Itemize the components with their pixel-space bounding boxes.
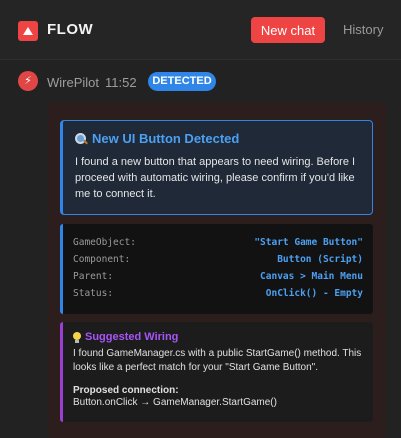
suggestion-title: Suggested Wiring — [73, 331, 363, 343]
detail-row: GameObject: "Start Game Button" — [73, 234, 363, 251]
search-icon — [75, 132, 87, 145]
message-meta: WirePilot 11:52 — [47, 75, 137, 90]
header-divider — [0, 59, 401, 60]
detection-card: New UI Button Detected I found a new but… — [60, 120, 373, 215]
detail-key: GameObject: — [73, 237, 136, 248]
detection-title-text: New UI Button Detected — [92, 131, 240, 146]
detail-row: Component: Button (Script) — [73, 251, 363, 268]
detail-key: Component: — [73, 254, 131, 265]
suggestion-title-text: Suggested Wiring — [85, 331, 179, 343]
header-bar: FLOW New chat History — [0, 0, 401, 60]
detail-value: Button (Script) — [277, 254, 363, 265]
detail-value: Canvas > Main Menu — [260, 271, 363, 282]
flow-logo-icon — [18, 21, 38, 41]
suggestion-body: I found GameManager.cs with a public Sta… — [73, 348, 362, 373]
sender-name: WirePilot — [47, 75, 100, 90]
status-badge: DETECTED — [148, 72, 216, 91]
detail-key: Parent: — [73, 271, 114, 282]
details-panel: GameObject: "Start Game Button" Componen… — [60, 224, 373, 314]
detail-row: Parent: Canvas > Main Menu — [73, 268, 363, 285]
app-title: FLOW — [47, 21, 94, 38]
suggestion-card: Suggested Wiring I found GameManager.cs … — [60, 322, 373, 422]
detail-value: OnClick() - Empty — [265, 288, 363, 299]
lightning-icon: ⚡ — [18, 71, 38, 91]
detail-key: Status: — [73, 288, 114, 299]
proposed-connection-value: Button.onClick → GameManager.StartGame() — [73, 397, 277, 408]
new-chat-button[interactable]: New chat — [251, 17, 325, 43]
message-time: 11:52 — [105, 75, 137, 90]
lightbulb-icon — [73, 331, 81, 343]
detail-row: Status: OnClick() - Empty — [73, 285, 363, 302]
detail-value: "Start Game Button" — [254, 237, 363, 248]
detection-card-title: New UI Button Detected — [75, 131, 360, 146]
history-link[interactable]: History — [343, 22, 383, 37]
proposed-connection-label: Proposed connection: — [73, 385, 179, 396]
detection-card-body: I found a new button that appears to nee… — [75, 156, 356, 200]
